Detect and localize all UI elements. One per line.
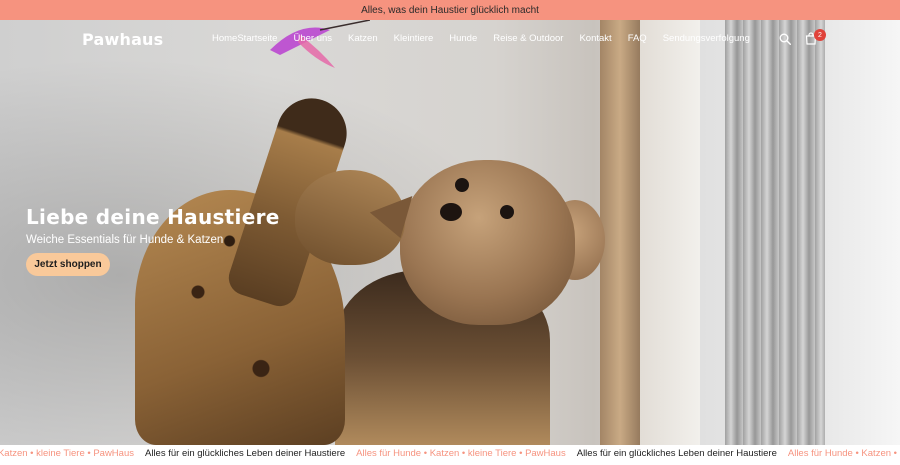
marquee-bar: • Katzen • kleine Tiere • PawHaus Alles …	[0, 445, 900, 465]
shop-now-button[interactable]: Jetzt shoppen	[26, 253, 110, 276]
dog-nose	[440, 203, 462, 221]
nav-item-dogs[interactable]: Hunde	[449, 33, 477, 44]
marquee-item: Alles für ein glückliches Leben deiner H…	[576, 448, 777, 459]
brand-logo[interactable]: Pawhaus	[82, 30, 163, 49]
nav-item-home[interactable]: HomeStartseite	[212, 33, 277, 44]
window-curtain	[725, 20, 825, 445]
dog-eye-left	[455, 178, 469, 192]
marquee-item: • Katzen • kleine Tiere • PawHaus	[0, 448, 134, 459]
hero-banner	[0, 20, 900, 445]
wall-strip	[640, 20, 700, 445]
nav-item-contact[interactable]: Kontakt	[579, 33, 611, 44]
window-light	[825, 20, 900, 445]
hero-subtitle: Weiche Essentials für Hunde & Katzen	[26, 234, 224, 246]
announcement-text: Alles, was dein Haustier glücklich macht	[361, 4, 539, 16]
marquee-item: Alles für Hunde • Katzen • kleine Tiere …	[356, 448, 566, 459]
door-frame	[600, 20, 640, 445]
nav-item-faq[interactable]: FAQ	[628, 33, 647, 44]
marquee-item: Alles für ein glückliches Leben deiner H…	[145, 448, 346, 459]
nav-item-small-pets[interactable]: Kleintiere	[394, 33, 434, 44]
dog-eye-right	[500, 205, 514, 219]
nav-item-cats[interactable]: Katzen	[348, 33, 378, 44]
main-navigation: HomeStartseite Über uns Katzen Kleintier…	[212, 33, 750, 44]
marquee-item: Alles für Hunde • Katzen • kleine	[787, 448, 900, 459]
main-header: Pawhaus HomeStartseite Über uns Katzen K…	[0, 20, 900, 58]
search-icon[interactable]	[779, 33, 791, 45]
dog-head	[400, 160, 575, 325]
nav-item-about[interactable]: Über uns	[293, 33, 332, 44]
cart-count-badge: 2	[814, 29, 826, 41]
announcement-bar: Alles, was dein Haustier glücklich macht	[0, 0, 900, 20]
nav-item-tracking[interactable]: Sendungsverfolgung	[663, 33, 750, 44]
hero-title: Liebe deine Haustiere	[26, 205, 280, 229]
marquee-track: • Katzen • kleine Tiere • PawHaus Alles …	[0, 448, 900, 459]
nav-item-travel-outdoor[interactable]: Reise & Outdoor	[493, 33, 563, 44]
